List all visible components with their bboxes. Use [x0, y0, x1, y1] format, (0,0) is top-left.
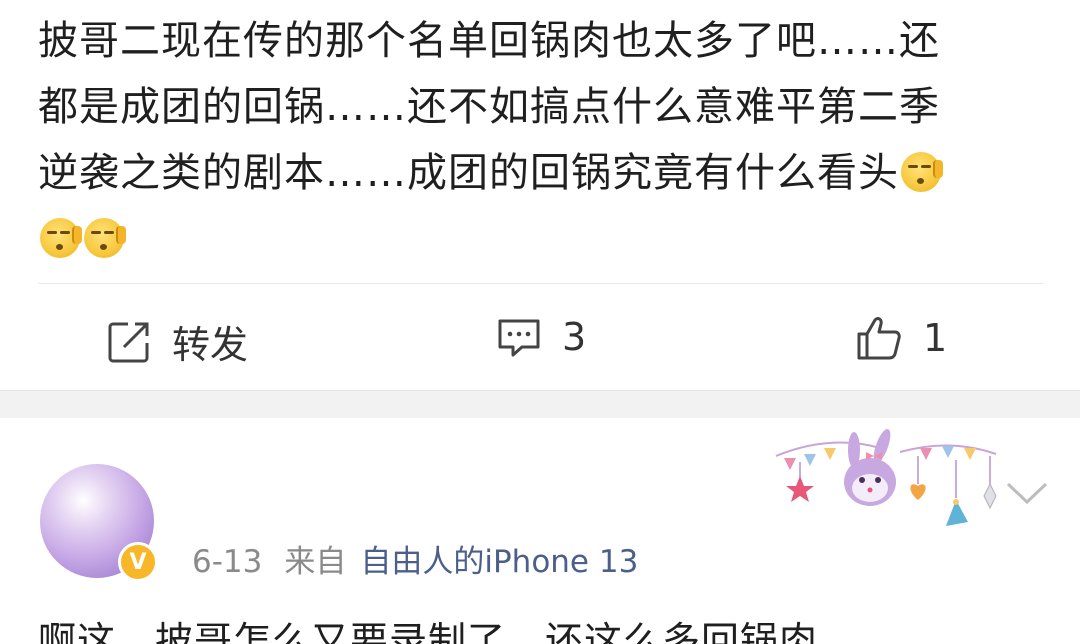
post-text-line-3: 逆袭之类的剧本……成团的回锅究竟有什么看头 — [38, 140, 1048, 206]
post-text-line-1: 披哥二现在传的那个名单回锅肉也太多了吧……还 — [38, 18, 940, 64]
post-text-line-3-text: 逆袭之类的剧本……成团的回锅究竟有什么看头 — [38, 150, 899, 196]
share-icon — [108, 322, 149, 362]
comment-source-label: 来自 — [284, 544, 347, 580]
comment-count: 3 — [562, 315, 587, 359]
verified-badge: V — [118, 542, 158, 582]
comment-button[interactable]: 3 — [496, 314, 586, 360]
post-text-line-2: 都是成团的回锅……还不如搞点什么意难平第二季 — [38, 84, 940, 130]
face-with-hand-emoji-icon — [40, 218, 82, 258]
post-text: 披哥二现在传的那个名单回锅肉也太多了吧……还 都是成团的回锅……还不如搞点什么意… — [38, 8, 1048, 272]
divider — [38, 283, 1043, 284]
face-with-hand-emoji-icon — [901, 152, 943, 192]
comment-meta: 6-13 来自 自由人的iPhone 13 — [192, 536, 638, 581]
share-button[interactable]: 转发 — [106, 314, 248, 369]
comment-text: 啊这，披哥怎么又要录制了，还这么多回锅肉 — [38, 619, 819, 644]
chevron-down-icon[interactable] — [1004, 478, 1050, 508]
section-separator — [0, 390, 1080, 418]
action-bar: 转发 3 1 — [0, 300, 1080, 380]
face-with-hand-emoji-icon — [84, 218, 126, 258]
like-count: 1 — [923, 316, 948, 360]
like-button[interactable]: 1 — [855, 314, 947, 362]
thumbs-up-icon — [857, 317, 901, 360]
post-text-line-4 — [38, 206, 1048, 272]
comment-date: 6-13 — [192, 544, 263, 580]
comment-item: V 6-13 来自 自由人的iPhone 13 啊这，披哥怎么又要录制了，还这么多回… — [0, 418, 1080, 644]
card-decoration-icon — [775, 428, 997, 526]
share-label: 转发 — [172, 323, 249, 367]
comment-icon — [498, 319, 540, 357]
comment-device-link[interactable]: 自由人的iPhone 13 — [360, 544, 638, 580]
